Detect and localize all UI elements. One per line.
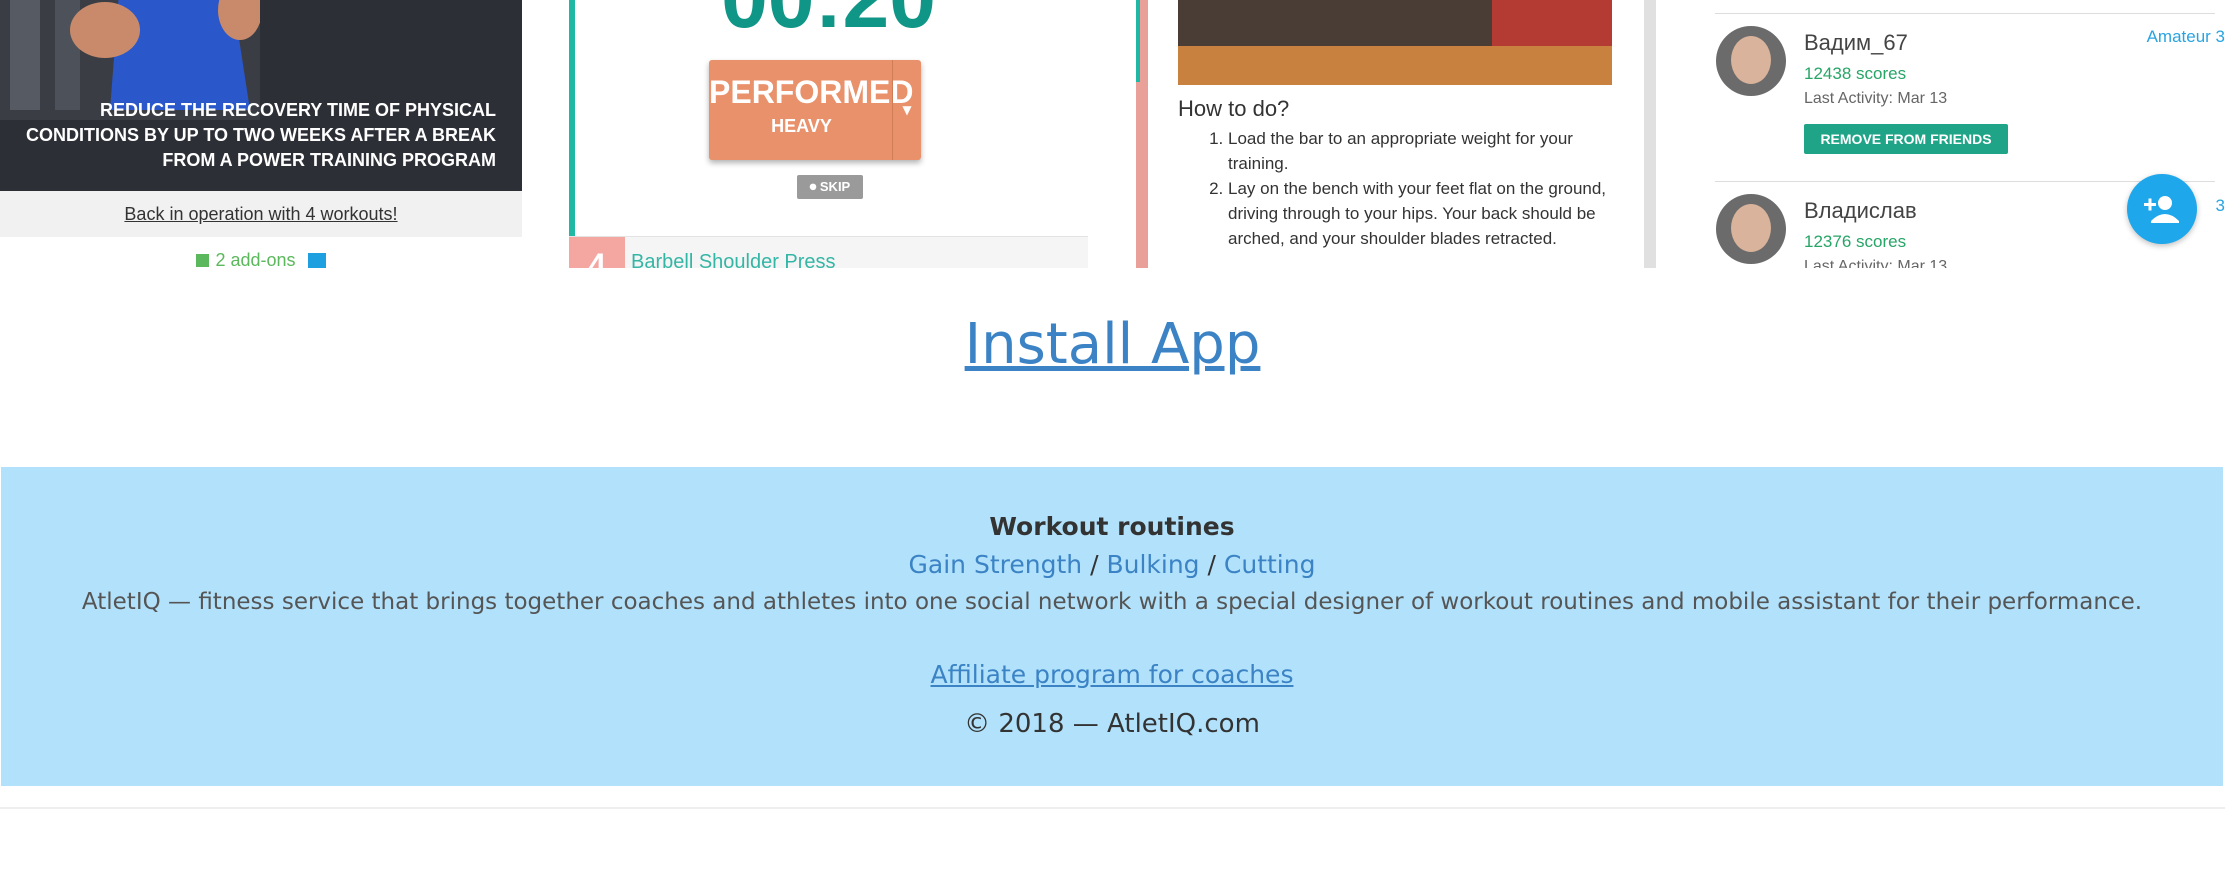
friend-last-activity: Last Activity: Mar 13 [1804,258,1948,268]
performed-button[interactable]: PERFORMED HEAVY ▼ [709,60,921,160]
performed-label: PERFORMED [709,74,914,110]
link-bulking[interactable]: Bulking [1106,550,1199,579]
addons-text: 2 add-ons [215,250,296,268]
divider [0,807,2225,809]
howto-steps: Load the bar to an appropriate weight fo… [1178,126,1628,251]
skip-label: SKIP [819,179,851,194]
next-exercise-row[interactable]: 4 Barbell Shoulder Press [569,236,1088,268]
howto-title: How to do? [1178,96,1290,121]
footer-title: Workout routines [989,512,1235,541]
friends-screenshot: Вадим_67 Amateur 3 12438 scores Last Act… [1714,0,2225,268]
divider [1715,13,2215,14]
exercise-name: Barbell Shoulder Press [631,251,836,268]
exercise-number: 4 [569,237,625,268]
skip-button[interactable]: ⏺ SKIP [797,175,863,199]
promo-banner: REDUCE THE RECOVERY TIME OF PHYSICAL CON… [0,0,522,191]
avatar[interactable] [1716,194,1786,264]
side-bar-accent [1136,0,1140,82]
promo-headline: REDUCE THE RECOVERY TIME OF PHYSICAL CON… [25,100,496,170]
add-friend-button[interactable] [2127,174,2197,244]
promo-screenshot: REDUCE THE RECOVERY TIME OF PHYSICAL CON… [0,0,522,268]
friend-last-activity: Last Activity: Mar 13 [1804,90,1948,107]
chevron-down-icon[interactable]: ▼ [892,60,921,160]
link-cutting[interactable]: Cutting [1224,550,1316,579]
rest-timer: 00:20 [569,0,1088,47]
exercise-photo [1178,0,1612,85]
performed-sub-label: HEAVY [771,116,832,136]
app-screenshots: REDUCE THE RECOVERY TIME OF PHYSICAL CON… [0,0,2225,268]
friend-level: Amateur 3 [2146,27,2225,46]
install-app-link[interactable]: Install App [0,312,2225,377]
howto-step: Load the bar to an appropriate weight fo… [1228,126,1628,176]
friend-scores: 12438 scores [1804,64,1907,83]
avatar[interactable] [1716,26,1786,96]
remove-friend-button[interactable]: REMOVE FROM FRIENDS [1804,124,2008,154]
footer-links: Gain Strength / Bulking / Cutting [1,550,2223,579]
scrollbar[interactable] [1644,0,1656,268]
add-person-icon [2144,196,2179,223]
howto-screenshot: How to do? Load the bar to an appropriat… [1136,0,1656,268]
video-icon [307,253,326,268]
link-gain-strength[interactable]: Gain Strength [909,550,1083,579]
friend-name[interactable]: Вадим_67 [1804,30,1908,56]
timer-screenshot: 00:20 PERFORMED HEAVY ▼ ⏺ SKIP 4 Barbell… [569,0,1088,268]
friend-scores: 12376 scores [1804,232,1907,251]
addons-label: 2 add-ons [0,250,522,268]
addons-icon [196,254,210,267]
affiliate-link[interactable]: Affiliate program for coaches [1,660,2223,689]
friend-level: 3 [2215,196,2225,215]
link-separator: / [1090,550,1099,579]
promo-caption-link[interactable]: Back in operation with 4 workouts! [0,191,522,237]
footer-description: AtletIQ — fitness service that brings to… [81,589,2143,615]
howto-step: Lay on the bench with your feet flat on … [1228,176,1628,251]
link-separator: / [1207,550,1216,579]
copyright: © 2018 — AtletIQ.com [964,709,1260,739]
footer: Workout routines Gain Strength / Bulking… [1,467,2223,786]
friend-name[interactable]: Владислав [1804,198,1917,224]
